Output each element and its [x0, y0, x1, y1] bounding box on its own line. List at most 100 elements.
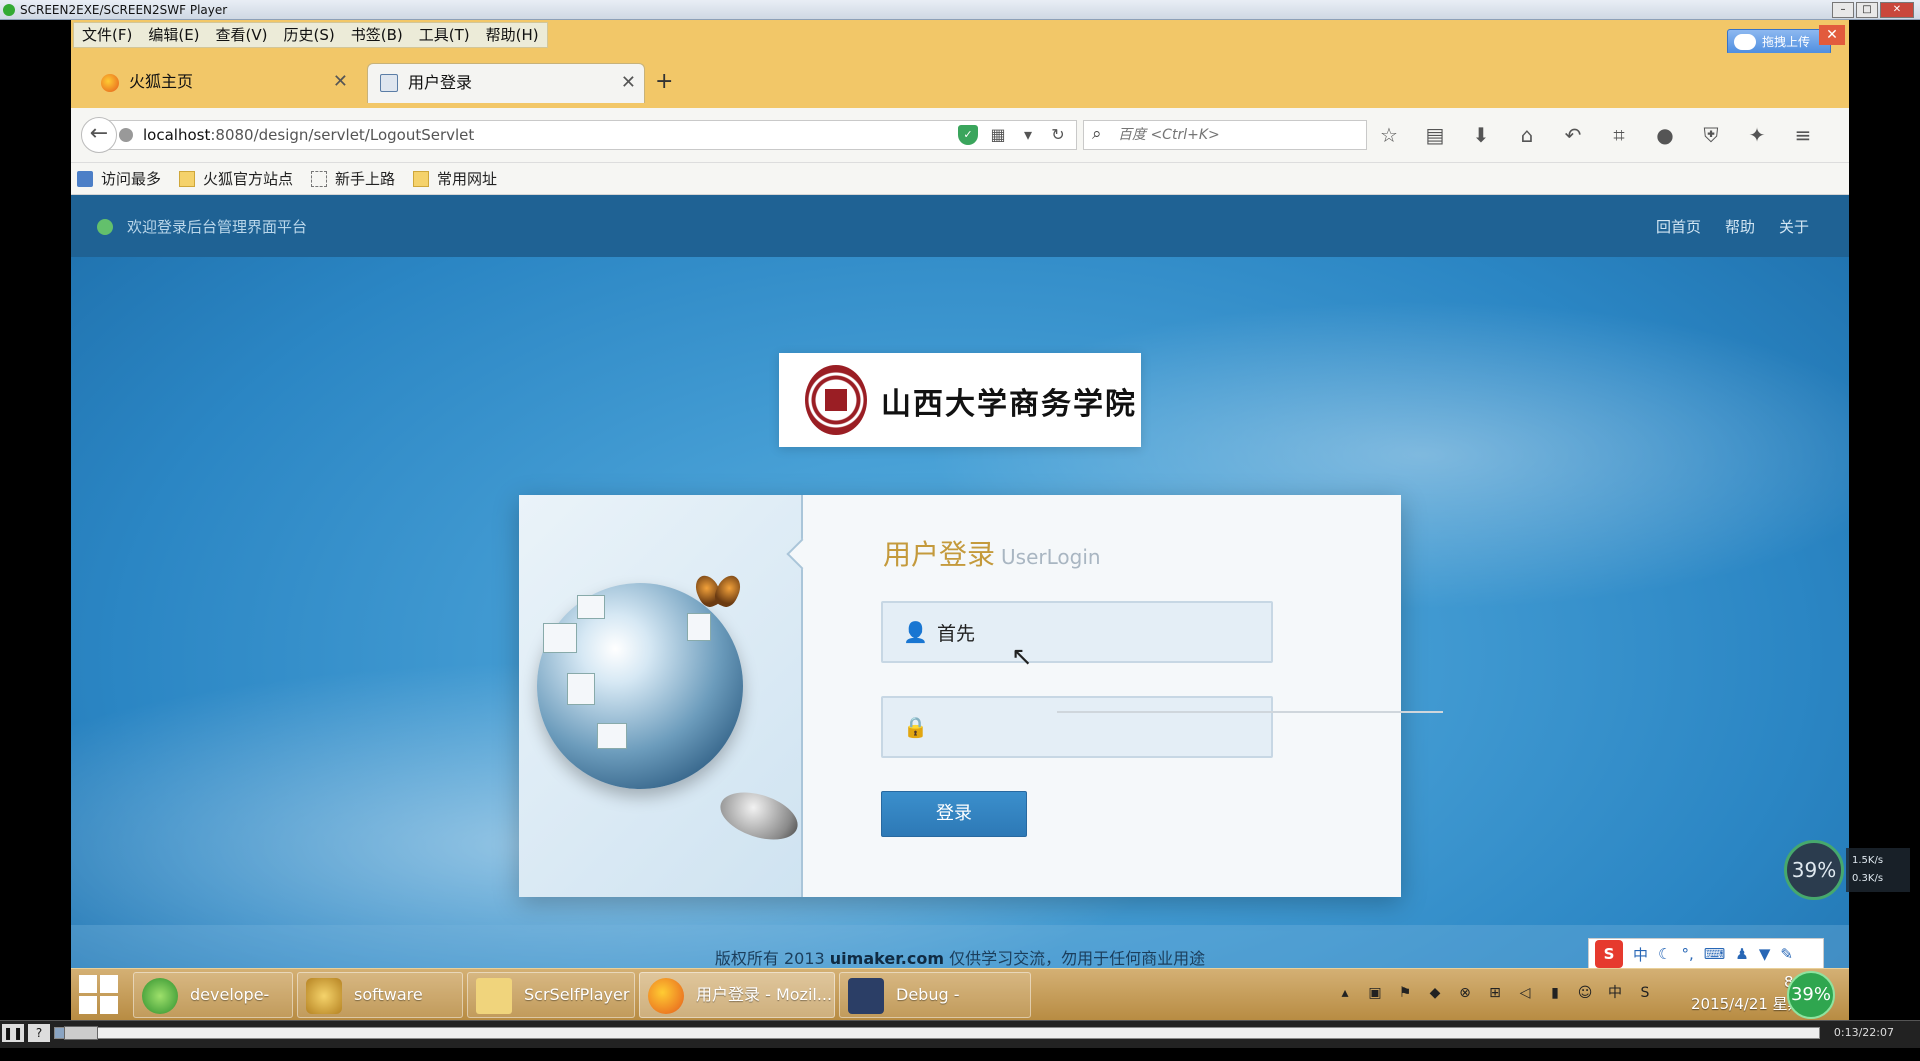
- taskbar-item-myeclipse[interactable]: Debug - MyEcli...: [839, 972, 1031, 1048]
- login-illustration: [519, 495, 818, 897]
- network-rates: 1.5K/s 0.3K/s: [1846, 848, 1910, 892]
- bookmark-common-sites[interactable]: 常用网址: [413, 168, 497, 189]
- reload-icon[interactable]: ↻: [1048, 125, 1068, 145]
- addon-icon[interactable]: ✦: [1744, 122, 1770, 148]
- url-tools: ✓ ▦ ▾ ↻: [958, 125, 1068, 145]
- player-logo-icon: [3, 4, 15, 16]
- bookmark-star-icon[interactable]: ☆: [1376, 122, 1402, 148]
- antivirus-icon[interactable]: ⊗: [1455, 983, 1475, 1003]
- download-icon[interactable]: ⬇: [1468, 122, 1494, 148]
- taskbar-item-scrselfplayer[interactable]: ScrSelfPlayer: [467, 972, 635, 1018]
- taskbar-speed-widget[interactable]: 39%: [1787, 971, 1835, 1019]
- link-help[interactable]: 帮助: [1725, 216, 1755, 237]
- menu-bookmarks[interactable]: 书签(B): [343, 23, 411, 47]
- show-hidden-icons-icon[interactable]: ▴: [1335, 983, 1355, 1003]
- search-bar[interactable]: ⌕: [1083, 120, 1367, 150]
- playback-progress[interactable]: [54, 1026, 1820, 1040]
- tab-user-login[interactable]: 用户登录 ✕: [367, 63, 645, 103]
- playback-time: 0:13/22:07: [1833, 1026, 1894, 1039]
- player-window-controls: – □ ✕: [1832, 2, 1914, 18]
- menu-hamburger-icon[interactable]: ≡: [1790, 122, 1816, 148]
- start-button[interactable]: [79, 975, 119, 1015]
- header-links: 回首页 帮助 关于: [1656, 216, 1809, 237]
- bookmark-most-visited[interactable]: 访问最多: [77, 168, 161, 189]
- link-home[interactable]: 回首页: [1656, 216, 1701, 237]
- network-speed-widget[interactable]: 39%: [1784, 840, 1844, 900]
- ime-toolbar: S 中 ☾ °, ⌨ ♟ ▼ ✎: [1588, 938, 1824, 970]
- ime-mode[interactable]: 中: [1633, 944, 1648, 965]
- taskbar-item-develope-tools[interactable]: develope-tools: [133, 972, 293, 1048]
- lock-icon: 🔒: [903, 715, 928, 739]
- upload-button[interactable]: 拖拽上传: [1727, 29, 1831, 55]
- dropdown-arrow-icon[interactable]: ▾: [1018, 125, 1038, 145]
- tray-ime[interactable]: 中: [1605, 983, 1625, 1003]
- new-tab-button[interactable]: +: [655, 69, 673, 94]
- copyright-brand[interactable]: uimaker.com: [830, 949, 944, 968]
- taskbar-item-label: 用户登录 - Mozil...: [696, 985, 833, 1004]
- progress-knob[interactable]: [63, 1026, 98, 1040]
- user-icon[interactable]: ♟: [1735, 945, 1748, 963]
- reading-list-icon[interactable]: ▤: [1422, 122, 1448, 148]
- battery-icon[interactable]: ▮: [1545, 983, 1565, 1003]
- login-button[interactable]: 登录: [881, 791, 1027, 837]
- login-title-cn: 用户登录: [883, 538, 996, 571]
- tab-close-icon[interactable]: ✕: [333, 63, 348, 101]
- menu-file[interactable]: 文件(F): [74, 23, 140, 47]
- keyboard-icon[interactable]: ⌨: [1704, 945, 1726, 963]
- flag-icon[interactable]: ⚑: [1395, 983, 1415, 1003]
- link-about[interactable]: 关于: [1779, 216, 1809, 237]
- bookmark-official-site[interactable]: 火狐官方站点: [179, 168, 293, 189]
- pause-button[interactable]: ❚❚: [2, 1024, 24, 1042]
- back-button[interactable]: ←: [81, 117, 117, 153]
- qr-code-icon[interactable]: ▦: [988, 125, 1008, 145]
- username-field[interactable]: 👤: [881, 601, 1273, 663]
- security-shield-icon[interactable]: ✓: [958, 125, 978, 145]
- bookmark-getting-started[interactable]: 新手上路: [311, 168, 395, 189]
- maximize-button[interactable]: □: [1856, 2, 1878, 18]
- password-field[interactable]: 🔒: [881, 696, 1273, 758]
- qq-icon[interactable]: ☺: [1575, 983, 1595, 1003]
- moon-icon[interactable]: ☾: [1658, 945, 1671, 963]
- username-input[interactable]: [937, 617, 1257, 647]
- screenshot-icon[interactable]: ⌗: [1606, 122, 1632, 148]
- player-controls: ❚❚ ? 0:13/22:07: [0, 1020, 1920, 1048]
- menu-view[interactable]: 查看(V): [208, 23, 276, 47]
- search-input[interactable]: [1118, 125, 1358, 145]
- volume-icon[interactable]: ◁: [1515, 983, 1535, 1003]
- undo-icon[interactable]: ↶: [1560, 122, 1586, 148]
- minimize-button[interactable]: –: [1832, 2, 1854, 18]
- network-icon[interactable]: ⊞: [1485, 983, 1505, 1003]
- menu-history[interactable]: 历史(S): [276, 23, 343, 47]
- shield-icon[interactable]: ⛨: [1698, 122, 1724, 148]
- info-button[interactable]: ?: [28, 1024, 50, 1042]
- package-icon[interactable]: ▣: [1365, 983, 1385, 1003]
- url-bar[interactable]: localhost:8080/design/servlet/LogoutServ…: [109, 120, 1077, 150]
- shirt-icon[interactable]: ▼: [1759, 945, 1771, 963]
- taskbar-item-label: ScrSelfPlayer: [524, 985, 630, 1004]
- chat-icon[interactable]: ●: [1652, 122, 1678, 148]
- upload-close-button[interactable]: ✕: [1819, 25, 1845, 45]
- home-icon[interactable]: ⌂: [1514, 122, 1540, 148]
- firefox-icon: [648, 978, 684, 1014]
- tab-close-icon[interactable]: ✕: [621, 64, 636, 102]
- menu-tools[interactable]: 工具(T): [411, 23, 478, 47]
- password-input[interactable]: [937, 712, 1257, 742]
- close-button[interactable]: ✕: [1880, 2, 1914, 18]
- taskbar-item-software[interactable]: software: [297, 972, 463, 1018]
- login-title-en: UserLogin: [1001, 545, 1101, 569]
- bookmark-label: 常用网址: [437, 170, 498, 188]
- windows-logo-icon: [79, 996, 97, 1014]
- site-info-icon[interactable]: [119, 128, 133, 142]
- tab-firefox-home[interactable]: 火狐主页 ✕: [71, 63, 356, 103]
- copyright-prefix: 版权所有 2013: [714, 949, 830, 968]
- firefox-icon: [101, 74, 119, 92]
- upload-rate: 1.5K/s: [1852, 855, 1884, 866]
- nvidia-icon[interactable]: ◆: [1425, 983, 1445, 1003]
- menu-help[interactable]: 帮助(H): [478, 23, 547, 47]
- taskbar-item-firefox[interactable]: 用户登录 - Mozil...: [639, 972, 835, 1018]
- wrench-icon[interactable]: ✎: [1780, 945, 1793, 963]
- menu-edit[interactable]: 编辑(E): [140, 23, 207, 47]
- sogou-tray-icon[interactable]: S: [1635, 983, 1655, 1003]
- punctuation-icon[interactable]: °,: [1681, 945, 1693, 963]
- sogou-ime-icon[interactable]: S: [1595, 940, 1623, 968]
